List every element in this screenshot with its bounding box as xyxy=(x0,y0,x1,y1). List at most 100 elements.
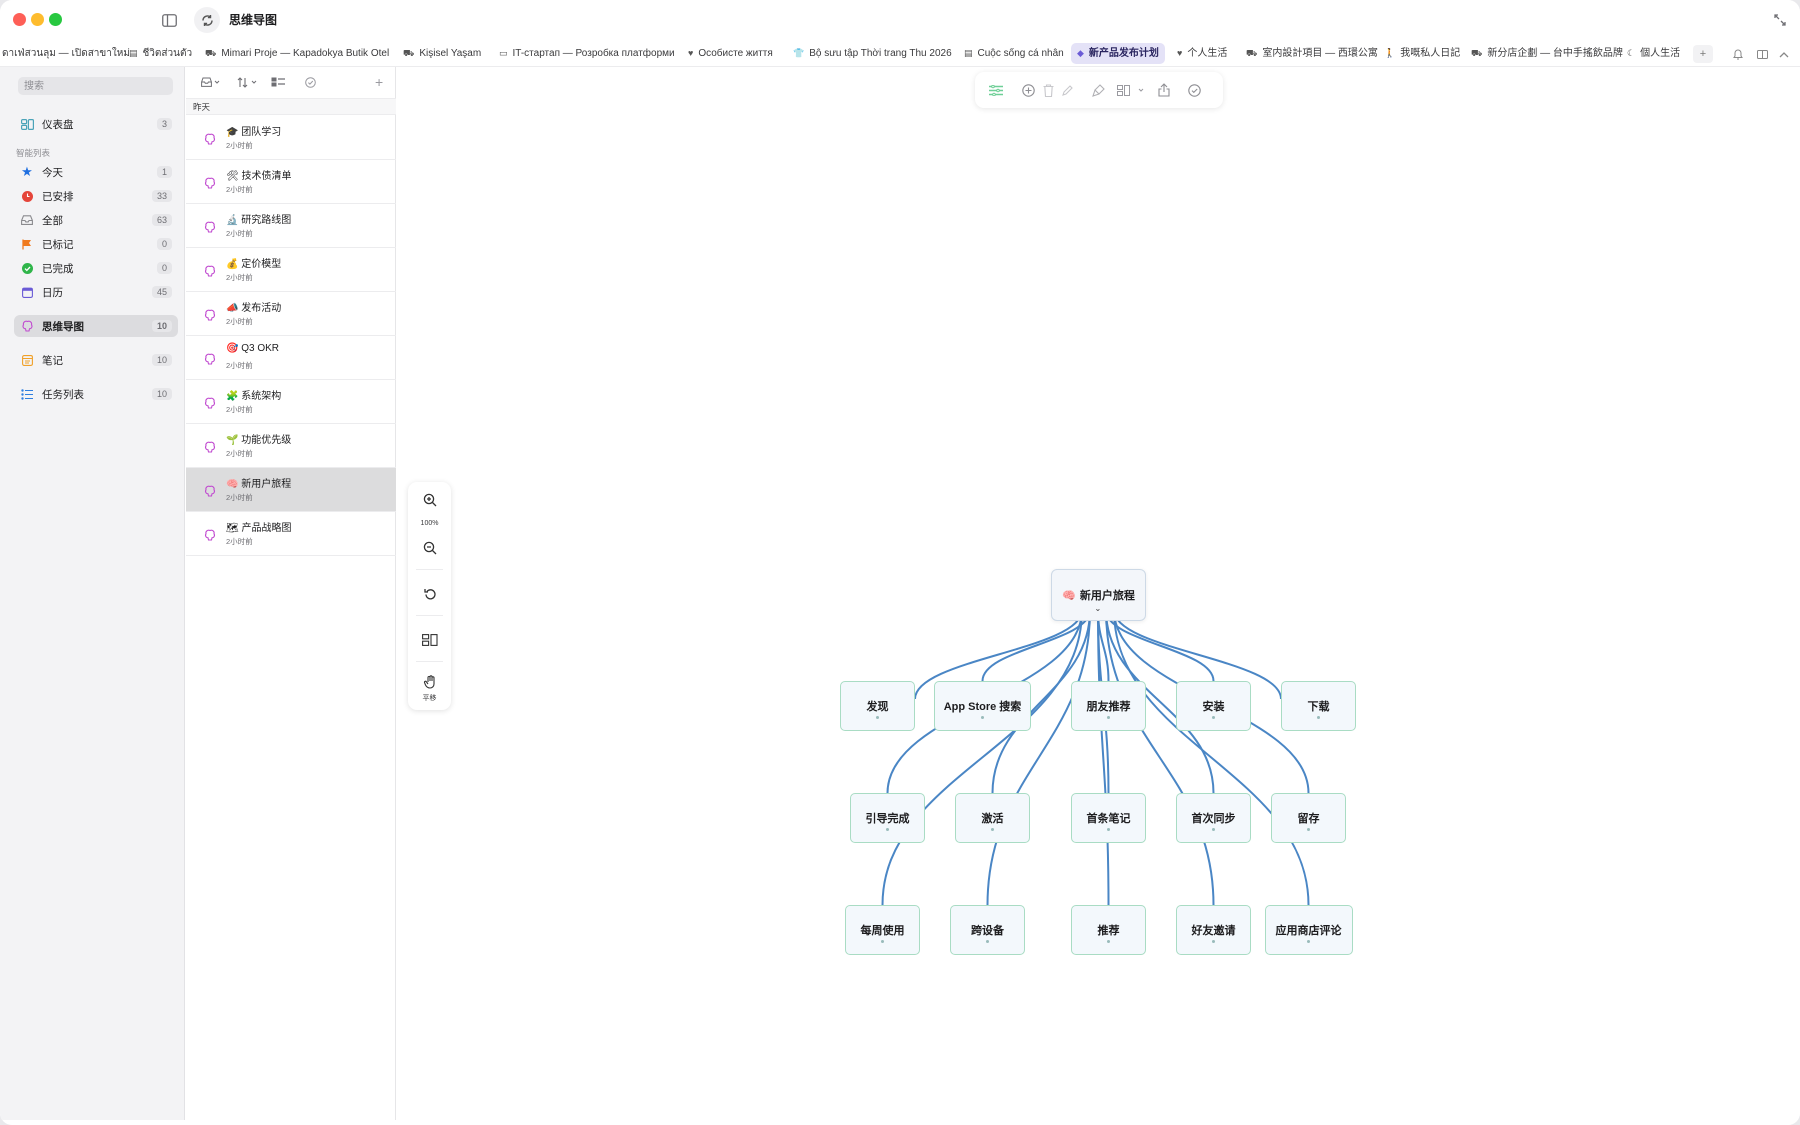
sidebar-item-dashboard[interactable]: 仪表盘 3 xyxy=(14,113,178,135)
layout-icon[interactable] xyxy=(419,629,441,651)
edit-icon[interactable] xyxy=(1059,81,1077,99)
tab-2[interactable]: ⛟ Mimari Proje — Kapadokya Butik Otel xyxy=(199,43,395,64)
reset-view-icon[interactable] xyxy=(419,583,441,605)
node-label: App Store 搜索 xyxy=(943,701,1022,713)
count-badge: 10 xyxy=(151,354,172,366)
list-item[interactable]: 🧠 新用户旅程 2小时前 xyxy=(186,468,396,512)
list-item[interactable]: 🗺 产品战略图 2小时前 xyxy=(186,512,396,556)
add-tab-icon[interactable]: + xyxy=(1693,45,1713,63)
smart-list-section-label: 智能列表 xyxy=(16,148,51,158)
layout-dropdown-icon[interactable] xyxy=(1115,81,1149,99)
list-item-emoji: 🧠 xyxy=(226,479,239,490)
sidebar-item-today[interactable]: ★ 今天 1 xyxy=(14,161,178,183)
zoom-in-icon[interactable] xyxy=(419,489,441,511)
node-label: 发现 xyxy=(866,701,889,713)
share-icon[interactable] xyxy=(1155,81,1173,99)
style-brush-icon[interactable] xyxy=(1089,81,1107,99)
mindmap-node[interactable]: 推荐 xyxy=(1071,905,1146,955)
count-badge: 63 xyxy=(151,214,172,226)
dashboard-icon xyxy=(20,117,34,131)
list-item[interactable]: 📣 发布活动 2小时前 xyxy=(186,292,396,336)
mindmap-node[interactable]: 留存 xyxy=(1271,793,1346,843)
list-item[interactable]: 🛠 技术债清单 2小时前 xyxy=(186,160,396,204)
chevron-up-icon[interactable] xyxy=(1774,45,1794,63)
mindmap-node[interactable]: 激活 xyxy=(955,793,1030,843)
list-item[interactable]: 💰 定价模型 2小时前 xyxy=(186,248,396,292)
mindmap-node[interactable]: 引导完成 xyxy=(850,793,925,843)
tab-12[interactable]: ⛟ 新分店企劃 — 台中手搖飲品牌 xyxy=(1465,43,1629,64)
delete-icon[interactable] xyxy=(1039,81,1057,99)
star-icon: ★ xyxy=(21,164,33,179)
calendar-icon xyxy=(20,285,34,299)
tab-3[interactable]: ⛟ Kişisel Yaşam xyxy=(397,43,487,64)
mindmap-node[interactable]: 好友邀请 xyxy=(1176,905,1251,955)
mindmap-node[interactable]: 下载 xyxy=(1281,681,1356,731)
tab-6[interactable]: 👕 Bộ sưu tập Thời trang Thu 2026 xyxy=(787,43,958,64)
list-item-time: 2小时前 xyxy=(226,273,253,282)
tab-9[interactable]: ♥ 个人生活 xyxy=(1171,43,1233,64)
mindmap-node[interactable]: 每周使用 xyxy=(845,905,920,955)
list-item-emoji: 🗺 xyxy=(226,523,239,534)
sync-icon[interactable] xyxy=(194,7,220,33)
mindmap-node[interactable]: 朋友推荐 xyxy=(1071,681,1146,731)
mindmap-node[interactable]: 应用商店评论 xyxy=(1264,905,1353,955)
close-window-button[interactable] xyxy=(13,13,26,26)
tab-8-active[interactable]: ◆ 新产品发布计划 xyxy=(1071,43,1165,64)
tab-10[interactable]: ⛟ 室内設計項目 — 西環公寓 xyxy=(1240,43,1384,64)
add-note-icon[interactable]: + xyxy=(375,74,383,90)
list-item[interactable]: 🎓 团队学习 2小时前 xyxy=(186,116,396,160)
tab-5[interactable]: ♥ Особисте життя xyxy=(682,43,779,64)
node-label: 推荐 xyxy=(1097,925,1120,937)
tab-11[interactable]: 🚶 我嘅私人日記 xyxy=(1378,43,1466,64)
filter-icon[interactable] xyxy=(201,75,221,89)
layout-icon[interactable] xyxy=(1752,45,1772,63)
zoom-out-icon[interactable] xyxy=(419,537,441,559)
sidebar-toggle-icon[interactable] xyxy=(158,9,180,31)
list-item[interactable]: 🔬 研究路线图 2小时前 xyxy=(186,204,396,248)
list-item-title: 🧩 系统架构 xyxy=(226,391,282,402)
sidebar-item-calendar[interactable]: 日历 45 xyxy=(14,281,178,303)
chevron-down-icon[interactable]: ⌄ xyxy=(1095,604,1102,613)
sidebar-item-task-list[interactable]: 任务列表 10 xyxy=(14,383,178,405)
list-item-time: 2小时前 xyxy=(226,537,253,546)
pan-hand-icon[interactable] xyxy=(419,671,441,693)
list-item[interactable]: 🎯 Q3 OKR 2小时前 xyxy=(186,336,396,380)
app-title: 思维导图 xyxy=(229,13,278,27)
mindmap-node[interactable]: App Store 搜索 xyxy=(934,681,1031,731)
list-item[interactable]: 🌱 功能优先级 2小时前 xyxy=(186,424,396,468)
zoom-window-button[interactable] xyxy=(49,13,62,26)
list-item-emoji: 🧩 xyxy=(226,391,239,402)
mindmap-node[interactable]: 发现 xyxy=(840,681,915,731)
tab-4[interactable]: ▭ IT-стартап — Розробка платформи xyxy=(493,43,681,64)
list-item[interactable]: 🧩 系统架构 2小时前 xyxy=(186,380,396,424)
list-item-title: 🎯 Q3 OKR xyxy=(226,343,280,354)
minimize-window-button[interactable] xyxy=(31,13,44,26)
search-input[interactable] xyxy=(18,77,173,95)
node-dot xyxy=(981,716,984,719)
sidebar-item-completed[interactable]: 已完成 0 xyxy=(14,257,178,279)
node-dot xyxy=(881,940,884,943)
view-mode-icon[interactable] xyxy=(271,75,285,89)
sort-icon[interactable] xyxy=(237,75,259,89)
tab-0[interactable]: ดาเฟ่สวนลุม — เปิดสาขาใหม่ xyxy=(0,43,136,64)
group-header: 昨天 xyxy=(186,98,396,115)
add-node-icon[interactable] xyxy=(1019,81,1037,99)
tab-7[interactable]: ▤ Cuộc sống cá nhân xyxy=(958,43,1070,64)
tab-1[interactable]: ▤ ชีวิตส่วนตัว xyxy=(123,43,198,64)
mindmap-node[interactable]: 首次同步 xyxy=(1176,793,1251,843)
mindmap-node[interactable]: 安装 xyxy=(1176,681,1251,731)
tab-13[interactable]: ☾ 個人生活 xyxy=(1621,43,1686,64)
sidebar-item-all[interactable]: 全部 63 xyxy=(14,209,178,231)
sidebar-item-flagged[interactable]: 已标记 0 xyxy=(14,233,178,255)
select-check-icon[interactable] xyxy=(305,75,316,89)
sidebar-item-notes[interactable]: 笔记 10 xyxy=(14,349,178,371)
sidebar-item-mindmap[interactable]: 思维导图 10 xyxy=(14,315,178,337)
sidebar-item-scheduled[interactable]: 已安排 33 xyxy=(14,185,178,207)
mindmap-node[interactable]: 首条笔记 xyxy=(1071,793,1146,843)
mindmap-node[interactable]: 跨设备 xyxy=(950,905,1025,955)
mindmap-root-node[interactable]: 🧠 新用户旅程 ⌄ xyxy=(1051,569,1146,621)
bell-icon[interactable] xyxy=(1728,45,1748,63)
done-check-icon[interactable] xyxy=(1185,81,1203,99)
fullscreen-icon[interactable] xyxy=(1769,9,1791,31)
outline-icon[interactable] xyxy=(987,81,1005,99)
